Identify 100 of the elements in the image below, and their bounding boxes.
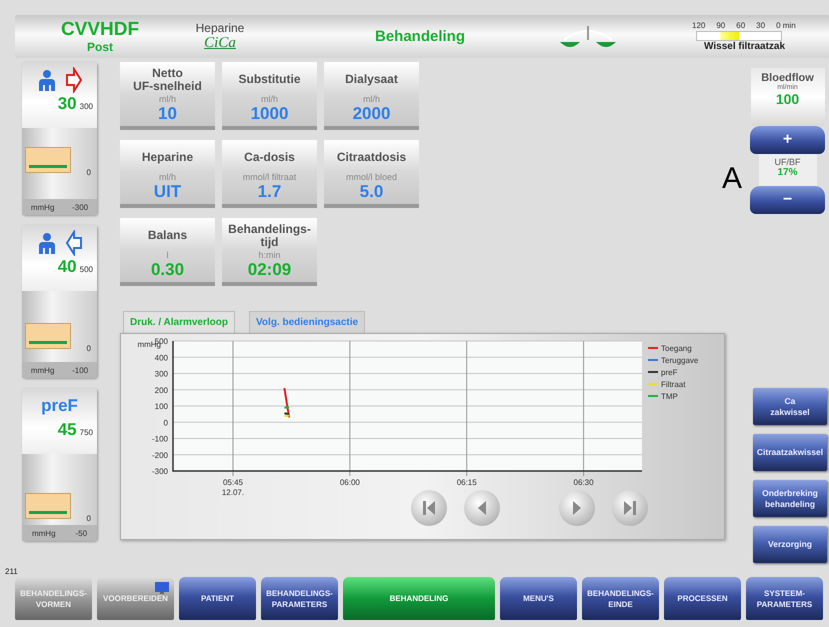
scale-label: 0: [86, 344, 91, 353]
pressure-line: [29, 511, 67, 514]
anticoagulation-label: Heparine: [194, 21, 246, 35]
scale-label: 0: [86, 168, 91, 177]
monitor-icon: [154, 581, 170, 595]
parameter-tile[interactable]: Balans l 0.30: [120, 218, 215, 286]
decrease-button[interactable]: −: [750, 186, 825, 214]
axis-tick-label: -200: [152, 450, 168, 460]
scale-label: 120: [692, 21, 706, 30]
scale-label: 500: [80, 265, 93, 274]
ratio-label: UF/BF: [774, 157, 802, 167]
unit-label: ml/h: [158, 94, 176, 104]
unit-label: ml/h: [362, 94, 380, 104]
nav-tab[interactable]: PROCESSEN: [664, 577, 741, 620]
axis-tick-label: 200: [154, 386, 168, 395]
increase-button[interactable]: +: [750, 126, 825, 154]
tile-label: Substitutie: [238, 71, 300, 88]
scale-label: 0 min: [776, 21, 796, 30]
axis-tick-label: 400: [154, 353, 168, 362]
parameter-tile[interactable]: Netto UF-snelheid ml/h 10: [120, 62, 215, 130]
nav-tab[interactable]: BEHANDELINGS- EINDE: [582, 577, 659, 620]
ratio-value: 17%: [776, 167, 798, 178]
tile-label: Balans: [148, 227, 188, 244]
side-button[interactable]: Verzorging: [753, 526, 827, 563]
screen-title: Behandeling: [374, 28, 466, 45]
phase-label: Post: [86, 40, 114, 54]
scale-label: 30: [756, 21, 766, 30]
axis-tick-label: -300: [152, 467, 168, 476]
previous-button[interactable]: [464, 490, 500, 526]
arrow-left-icon: [64, 230, 82, 256]
nav-tab[interactable]: MENU'S: [500, 577, 577, 620]
scale-label: -50: [75, 528, 88, 538]
nav-tab[interactable]: SYSTEEM- PARAMETERS: [746, 577, 823, 620]
unit-label: ml/h: [260, 94, 278, 104]
tile-label: Citraatdosis: [336, 149, 406, 166]
tile-value: UIT: [154, 182, 182, 202]
parameter-tile[interactable]: Citraatdosis mmol/l bloed 5.0: [324, 140, 419, 208]
parameter-tile[interactable]: Heparine ml/h UIT: [120, 140, 215, 208]
blood-flow-label: Bloedflow: [760, 72, 815, 84]
legend-label: Filtraat: [661, 380, 686, 389]
counter-label: 211: [5, 567, 18, 577]
tile-value: 10: [158, 104, 177, 124]
tile-value: 5.0: [360, 182, 384, 202]
axis-tick-label: 300: [154, 370, 168, 378]
side-button[interactable]: Citraatzakwissel: [753, 434, 827, 471]
scale-label: 0: [86, 514, 91, 523]
parameter-tile[interactable]: Substitutie ml/h 1000: [222, 62, 317, 130]
unit-label: mmol/l bloed: [346, 172, 398, 182]
nav-tab[interactable]: PATIENT: [179, 577, 256, 620]
axis-tick-label: 06:15: [456, 478, 477, 487]
arrow-right-icon: [64, 67, 82, 93]
parameter-tile[interactable]: Ca-dosis mmol/l filtraat 1.7: [222, 140, 317, 208]
mode-title: CVVHDF: [60, 20, 140, 40]
marker-letter: A: [722, 162, 742, 196]
side-button[interactable]: Ca zakwissel: [753, 388, 827, 425]
tile-value: 0.30: [150, 260, 184, 280]
pressure-value: 45: [58, 420, 77, 440]
tile-label: Heparine: [142, 149, 194, 166]
axis-tick-label: 100: [154, 402, 168, 411]
unit-label: l: [166, 250, 168, 260]
pressure-value: 30: [58, 94, 77, 114]
scale-label: -300: [72, 202, 88, 212]
nav-tab[interactable]: BEHANDELINGS- PARAMETERS: [261, 577, 338, 620]
bag-label: Wissel filtraatzak: [704, 41, 786, 52]
legend-label: Toegang: [661, 344, 692, 353]
axis-tick-label: 06:30: [574, 478, 594, 487]
axis-tick-label: 05:45 12.07.: [222, 478, 244, 497]
scale-label: 750: [80, 428, 93, 437]
tile-value: 2000: [352, 104, 390, 124]
tile-label: Ca-dosis: [244, 149, 295, 166]
scale-label: 60: [736, 21, 746, 30]
parameter-tile[interactable]: Dialysaat ml/h 2000: [324, 62, 419, 130]
first-button[interactable]: [411, 490, 447, 526]
tile-value: 1.7: [258, 182, 282, 202]
scale-label: 90: [716, 21, 726, 30]
legend-label: Teruggave: [661, 356, 698, 365]
parameter-tile[interactable]: Behandelings- tijd h:min 02:09: [222, 218, 317, 286]
tile-value: 1000: [250, 104, 288, 124]
axis-tick-label: 06:00: [340, 478, 360, 487]
unit-label: mmHg: [30, 366, 54, 374]
legend-label: TMP: [661, 392, 678, 401]
side-button[interactable]: Onderbreking behandeling: [753, 480, 827, 517]
next-button[interactable]: [559, 490, 595, 526]
pressure-line: [29, 341, 67, 344]
unit-label: ml/h: [158, 172, 176, 182]
tile-value: 02:09: [248, 260, 292, 280]
skip-icon: [423, 501, 435, 515]
tile-label: Dialysaat: [345, 71, 398, 88]
scale-label: 300: [80, 102, 93, 111]
scale-label: -100: [72, 366, 88, 374]
nav-tab[interactable]: BEHANDELING: [343, 577, 495, 620]
unit-label: mmHg: [30, 202, 54, 212]
tile-label: Behandelings- tijd: [228, 221, 311, 250]
unit-label: mmHg: [32, 528, 56, 538]
person-icon: [36, 69, 56, 91]
legend-label: preF: [661, 368, 678, 377]
unit-label: mmol/l filtraat: [242, 172, 296, 182]
logo: CiCa: [203, 35, 237, 52]
axis-tick-label: 0: [164, 418, 168, 428]
pressure-value: 40: [58, 257, 77, 277]
